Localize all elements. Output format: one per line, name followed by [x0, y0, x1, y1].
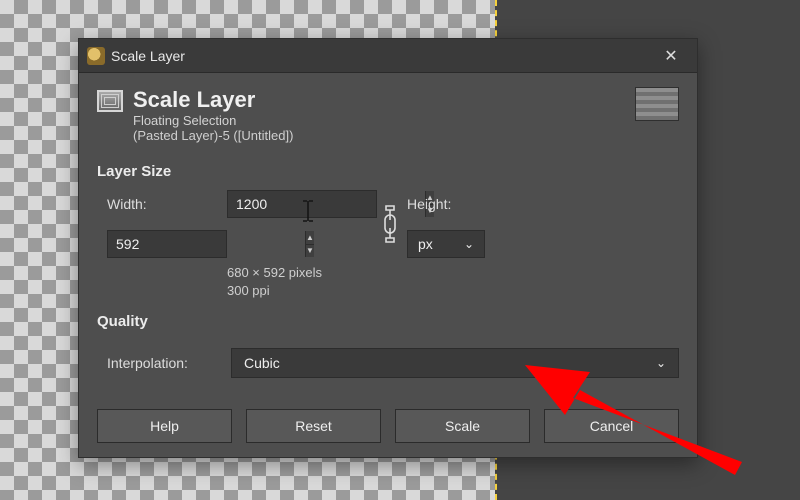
- width-label: Width:: [107, 196, 227, 212]
- interpolation-label: Interpolation:: [107, 355, 217, 371]
- dialog-title: Scale Layer: [133, 87, 293, 113]
- resolution-ppi: 300 ppi: [227, 282, 679, 300]
- window-close-button[interactable]: ✕: [649, 39, 693, 72]
- dialog-header: Scale Layer Floating Selection (Pasted L…: [97, 87, 679, 143]
- titlebar[interactable]: Scale Layer ✕: [79, 39, 697, 73]
- cancel-button[interactable]: Cancel: [544, 409, 679, 443]
- width-spinbox[interactable]: ▲ ▼: [227, 190, 377, 218]
- layer-size-heading: Layer Size: [97, 163, 679, 180]
- dialog-subtitle-2: (Pasted Layer)-5 ([Untitled]): [133, 128, 293, 143]
- height-stepper[interactable]: ▲ ▼: [305, 231, 314, 257]
- height-step-up-icon[interactable]: ▲: [306, 231, 314, 245]
- help-button[interactable]: Help: [97, 409, 232, 443]
- scale-button[interactable]: Scale: [395, 409, 530, 443]
- height-step-down-icon[interactable]: ▼: [306, 245, 314, 258]
- scale-layer-dialog: Scale Layer ✕ Scale Layer Floating Selec…: [78, 38, 698, 458]
- unit-select[interactable]: px ⌄: [407, 230, 485, 258]
- quality-heading: Quality: [97, 313, 679, 330]
- chevron-down-icon: ⌄: [656, 356, 666, 370]
- scale-layer-icon: [97, 90, 123, 112]
- dialog-body: Scale Layer Floating Selection (Pasted L…: [79, 73, 697, 457]
- header-text: Scale Layer Floating Selection (Pasted L…: [133, 87, 293, 143]
- size-info: 680 × 592 pixels 300 ppi: [227, 264, 679, 299]
- height-spinbox[interactable]: ▲ ▼: [107, 230, 227, 258]
- chain-link-icon: [382, 204, 402, 244]
- interpolation-row: Interpolation: Cubic ⌄: [107, 348, 679, 378]
- gimp-icon: [87, 47, 105, 65]
- layer-size-grid: Width: ▲ ▼ Height: ▲ ▼: [107, 190, 679, 258]
- chain-link-toggle[interactable]: [377, 204, 407, 244]
- height-input[interactable]: [108, 231, 305, 257]
- interpolation-select[interactable]: Cubic ⌄: [231, 348, 679, 378]
- close-icon: ✕: [664, 46, 677, 66]
- dialog-button-row: Help Reset Scale Cancel: [97, 409, 679, 443]
- unit-value: px: [418, 236, 433, 252]
- height-label: Height:: [407, 196, 517, 212]
- layer-thumbnail: [635, 87, 679, 121]
- chevron-down-icon: ⌄: [464, 237, 474, 251]
- interpolation-value: Cubic: [244, 355, 280, 371]
- pixel-dimensions: 680 × 592 pixels: [227, 264, 679, 282]
- dialog-subtitle-1: Floating Selection: [133, 113, 293, 128]
- window-title: Scale Layer: [111, 48, 649, 64]
- reset-button[interactable]: Reset: [246, 409, 381, 443]
